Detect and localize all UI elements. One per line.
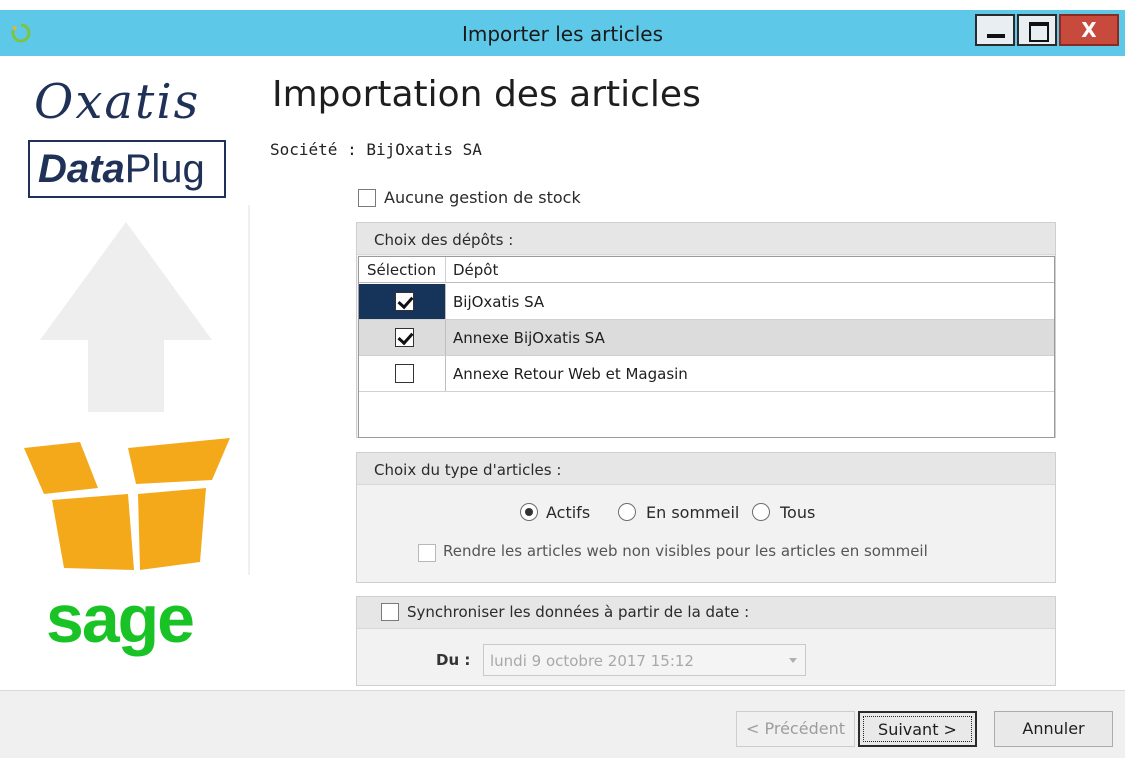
minimize-button[interactable] [975, 14, 1015, 46]
sage-logo: sage [46, 581, 195, 657]
open-box-icon [24, 438, 230, 570]
maximize-button[interactable] [1017, 14, 1057, 46]
depot-checkbox[interactable] [395, 364, 414, 383]
oxatis-logo: Oxatis [34, 74, 201, 130]
cancel-button[interactable]: Annuler [994, 711, 1113, 747]
radio-en-sommeil-label[interactable]: En sommeil [646, 503, 739, 522]
previous-button[interactable]: < Précédent [736, 711, 855, 747]
sync-checkbox[interactable] [381, 603, 399, 621]
chevron-down-icon[interactable] [789, 658, 797, 663]
date-picker[interactable]: lundi 9 octobre 2017 15:12 [483, 644, 806, 676]
depot-checkbox[interactable] [395, 292, 414, 311]
upload-arrow-icon [40, 222, 212, 412]
no-stock-label: Aucune gestion de stock [384, 188, 581, 207]
hide-web-articles-label: Rendre les articles web non visibles pou… [443, 542, 928, 560]
left-panel-divider [248, 205, 250, 575]
depots-grid-header: Sélection Dépôt [359, 257, 1054, 283]
article-type-group-label: Choix du type d'articles : [374, 461, 562, 479]
focus-rectangle [863, 716, 972, 742]
column-header-depot[interactable]: Dépôt [453, 261, 498, 279]
close-button[interactable]: X [1059, 14, 1119, 46]
dataplug-logo-bold: Data [38, 147, 125, 191]
dataplug-logo-rest: Plug [124, 147, 205, 191]
cell-separator [445, 356, 446, 391]
radio-actifs[interactable] [520, 503, 538, 521]
depots-group-header: Choix des dépôts : [357, 223, 1055, 255]
table-row[interactable]: BijOxatis SA [359, 284, 1054, 320]
article-type-group-header: Choix du type d'articles : [357, 453, 1055, 485]
radio-actifs-label[interactable]: Actifs [546, 503, 590, 522]
title-bar: Importer les articles X [0, 0, 1125, 62]
next-button[interactable]: Suivant > [858, 711, 977, 747]
radio-en-sommeil[interactable] [618, 503, 636, 521]
column-separator [445, 257, 446, 283]
date-value: lundi 9 octobre 2017 15:12 [490, 652, 694, 670]
cell-separator [445, 284, 446, 319]
close-icon: X [1081, 18, 1097, 42]
dataplug-logo: DataPlug [28, 140, 226, 198]
depot-name: Annexe Retour Web et Magasin [453, 365, 688, 383]
depots-grid: Sélection Dépôt BijOxatis SA Annexe BijO… [358, 256, 1055, 438]
company-label: Société : BijOxatis SA [270, 140, 482, 159]
no-stock-checkbox[interactable] [358, 189, 376, 207]
table-row[interactable]: Annexe Retour Web et Magasin [359, 356, 1054, 392]
depot-name: Annexe BijOxatis SA [453, 329, 605, 347]
du-label: Du : [436, 651, 471, 669]
radio-tous-label[interactable]: Tous [780, 503, 815, 522]
table-row[interactable]: Annexe BijOxatis SA [359, 320, 1054, 356]
window-title: Importer les articles [461, 22, 664, 46]
cell-separator [445, 320, 446, 355]
page-title: Importation des articles [272, 74, 701, 115]
sync-label: Synchroniser les données à partir de la … [407, 603, 750, 621]
depot-name: BijOxatis SA [453, 293, 545, 311]
radio-tous[interactable] [752, 503, 770, 521]
hide-web-articles-checkbox[interactable] [418, 544, 436, 562]
depots-group-label: Choix des dépôts : [374, 231, 514, 249]
depot-checkbox[interactable] [395, 328, 414, 347]
column-header-selection[interactable]: Sélection [367, 261, 436, 279]
